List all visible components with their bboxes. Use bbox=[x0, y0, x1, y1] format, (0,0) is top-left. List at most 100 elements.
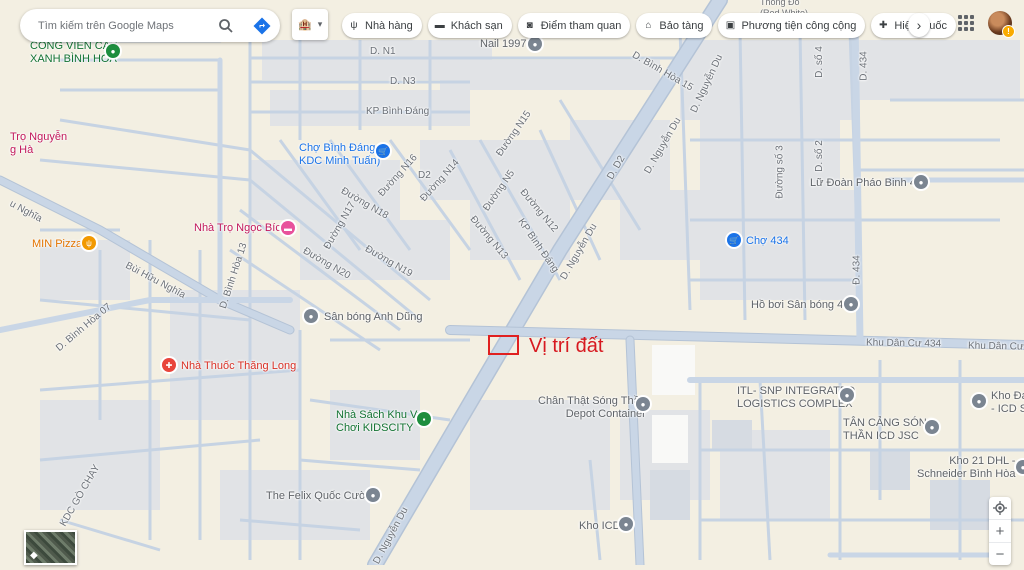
place-label-line: Trọ Nguyễn bbox=[10, 131, 68, 143]
place-icon[interactable]: ● bbox=[972, 394, 986, 408]
market-icon[interactable]: 🛒 bbox=[727, 233, 741, 247]
park-icon[interactable]: ● bbox=[106, 44, 120, 58]
road-label-dn3: D. N3 bbox=[390, 76, 416, 87]
pharmacy-icon: ✚ bbox=[879, 20, 888, 31]
place-icon[interactable]: ● bbox=[925, 420, 939, 434]
restaurant-icon[interactable]: ψ bbox=[82, 236, 96, 250]
road-label-d2: D2 bbox=[418, 170, 431, 181]
place-label-chan-that[interactable]: Chân Thật Sóng Thần Depot Container bbox=[538, 395, 646, 421]
place-icon[interactable]: ● bbox=[914, 175, 928, 189]
avatar[interactable]: ! bbox=[988, 11, 1015, 38]
place-label-line: Kho 21 DHL - bbox=[949, 455, 1016, 467]
place-label-san-bong-anh-dung[interactable]: Sân bóng Anh Dũng bbox=[324, 311, 422, 323]
place-label-line: Chơi KIDSCITY bbox=[336, 422, 414, 434]
place-label-kho-icd[interactable]: Kho ICD bbox=[579, 520, 621, 532]
road-label-so4: D. số 4 bbox=[813, 46, 825, 78]
chip-transit[interactable]: ▣ Phương tiện công cộng bbox=[718, 13, 866, 38]
restaurant-icon: ψ bbox=[350, 20, 358, 31]
hotel-icon: 🏨 bbox=[298, 19, 312, 31]
layers-button[interactable]: ◆ bbox=[24, 530, 77, 565]
place-label-kho-dai[interactable]: Kho Đại - ICD Sĩ bbox=[991, 390, 1024, 416]
place-label-cho-binh-dang[interactable]: Chợ Bình Đáng ( KDC Minh Tuấn) bbox=[299, 142, 382, 168]
search-input[interactable] bbox=[36, 18, 210, 33]
chip-label: Điểm tham quan bbox=[540, 19, 622, 32]
search-box[interactable] bbox=[20, 9, 280, 42]
road-label-khu-dan-cu-434: Khu Dân Cư 434 bbox=[865, 337, 942, 350]
lodging-icon[interactable]: ▬ bbox=[281, 221, 295, 235]
chip-museums[interactable]: ⌂ Bảo tàng bbox=[636, 13, 713, 38]
category-chips: ψ Nhà hàng ▬ Khách sạn ◙ Điểm tham quan … bbox=[342, 13, 956, 38]
place-icon[interactable]: ● bbox=[844, 297, 858, 311]
place-label-line: KDC Minh Tuấn) bbox=[299, 155, 381, 167]
place-label-kho-21-dhl[interactable]: Kho 21 DHL - Schneider Bình Hòa bbox=[917, 455, 1015, 481]
place-label-line: Kho Đại bbox=[991, 390, 1024, 402]
place-label-line: LOGISTICS COMPLEX bbox=[737, 398, 853, 410]
chip-restaurants[interactable]: ψ Nhà hàng bbox=[342, 13, 422, 38]
shop-icon[interactable]: ▪ bbox=[417, 412, 431, 426]
road-label-khu-dan-cu: Khu Dân Cư bbox=[967, 340, 1024, 353]
chip-label: Phương tiện công cộng bbox=[741, 19, 857, 32]
chip-label: Khách sạn bbox=[450, 19, 503, 32]
road-label-dn1: D. N1 bbox=[370, 46, 396, 57]
place-label-line: Chân Thật Sóng Thần bbox=[538, 395, 646, 407]
directions-icon[interactable] bbox=[252, 16, 272, 36]
place-label-nail-1997[interactable]: Nail 1997 bbox=[480, 38, 526, 50]
place-label-line: XANH BÌNH HÒA bbox=[30, 53, 117, 65]
camera-icon: ◙ bbox=[526, 20, 533, 31]
bus-icon: ▣ bbox=[725, 20, 736, 31]
place-label-cong-vien[interactable]: CÔNG VIÊN CÂY XANH BÌNH HÒA bbox=[30, 40, 117, 66]
place-label-line: THẦN ICD JSC bbox=[843, 430, 919, 442]
place-icon[interactable]: ● bbox=[366, 488, 380, 502]
place-label-kidscity[interactable]: Nhà Sách Khu Vui Chơi KIDSCITY bbox=[336, 409, 425, 435]
apps-icon[interactable] bbox=[957, 14, 975, 32]
zoom-out-button[interactable]: − bbox=[989, 542, 1011, 565]
chip-attractions[interactable]: ◙ Điểm tham quan bbox=[517, 13, 631, 38]
road-label-so3: Đường số 3 bbox=[774, 145, 786, 199]
place-icon[interactable]: ● bbox=[619, 517, 633, 531]
place-icon[interactable]: ● bbox=[1016, 460, 1024, 474]
chevron-down-icon: ▾ bbox=[317, 19, 323, 29]
hotel-toggle-button[interactable]: 🏨 ▾ bbox=[292, 9, 328, 40]
place-icon[interactable]: ● bbox=[304, 309, 318, 323]
place-label-line: Chợ Bình Đáng ( bbox=[299, 142, 383, 154]
map-controls: + − bbox=[989, 497, 1011, 565]
place-label-line: g Hà bbox=[10, 144, 34, 156]
place-label-min-pizza[interactable]: MIN Pizza bbox=[32, 238, 82, 250]
place-label-lu-doan[interactable]: Lữ Đoàn Pháo Binh 434 bbox=[810, 177, 928, 189]
place-icon[interactable]: ● bbox=[528, 37, 542, 51]
land-location-label: Vị trí đất bbox=[529, 335, 604, 357]
place-label-line: TÂN CẢNG SÓNG bbox=[843, 417, 936, 429]
place-label-felix[interactable]: The Felix Quốc Cường bbox=[266, 490, 378, 502]
alert-icon: ! bbox=[1002, 25, 1015, 38]
place-label-line: Thống Đỏ bbox=[760, 0, 800, 7]
chip-label: Nhà hàng bbox=[365, 19, 413, 32]
road-label-so2: D. số 2 bbox=[813, 140, 825, 172]
land-location-marker[interactable] bbox=[488, 335, 519, 355]
place-label-tro-nguyen[interactable]: Trọ Nguyễn g Hà bbox=[10, 131, 67, 157]
chip-hotels[interactable]: ▬ Khách sạn bbox=[427, 13, 512, 38]
place-label-itl-snp[interactable]: ITL- SNP INTEGRATED LOGISTICS COMPLEX bbox=[737, 385, 855, 411]
place-label-line: Nhà Sách Khu Vui bbox=[336, 409, 426, 421]
search-icon[interactable] bbox=[216, 16, 236, 36]
place-label-line: Schneider Bình Hòa bbox=[917, 468, 1016, 480]
pharmacy-icon[interactable]: ✚ bbox=[162, 358, 176, 372]
place-label-cho-434[interactable]: Chợ 434 bbox=[746, 235, 789, 247]
zoom-in-button[interactable]: + bbox=[989, 519, 1011, 542]
place-label-line: Depot Container bbox=[565, 408, 646, 420]
my-location-icon[interactable] bbox=[989, 497, 1011, 519]
road-label-kp-binh-dang: KP Bình Đáng bbox=[366, 106, 430, 117]
place-label-nha-tro-ngoc-bich[interactable]: Nhà Trọ Ngọc Bích bbox=[194, 222, 287, 234]
chevron-right-icon[interactable]: › bbox=[908, 13, 930, 37]
place-icon[interactable]: ● bbox=[636, 397, 650, 411]
place-label-tan-cang[interactable]: TÂN CẢNG SÓNG THẦN ICD JSC bbox=[843, 417, 935, 443]
place-label-line: - ICD Sĩ bbox=[991, 403, 1024, 415]
chip-label: Bảo tàng bbox=[659, 19, 704, 32]
place-label-nha-thuoc-thang-long[interactable]: Nhà Thuốc Thăng Long bbox=[181, 360, 296, 372]
place-icon[interactable]: ● bbox=[840, 388, 854, 402]
road-label-d434: D. 434 bbox=[858, 51, 870, 81]
place-label-ho-boi[interactable]: Hồ bơi Sân bóng 434 bbox=[751, 299, 855, 311]
place-label-line: ITL- SNP INTEGRATED bbox=[737, 385, 856, 397]
bed-icon: ▬ bbox=[434, 20, 445, 31]
road-label-d434-2: Đ. 434 bbox=[851, 255, 863, 285]
market-icon[interactable]: 🛒 bbox=[376, 144, 390, 158]
